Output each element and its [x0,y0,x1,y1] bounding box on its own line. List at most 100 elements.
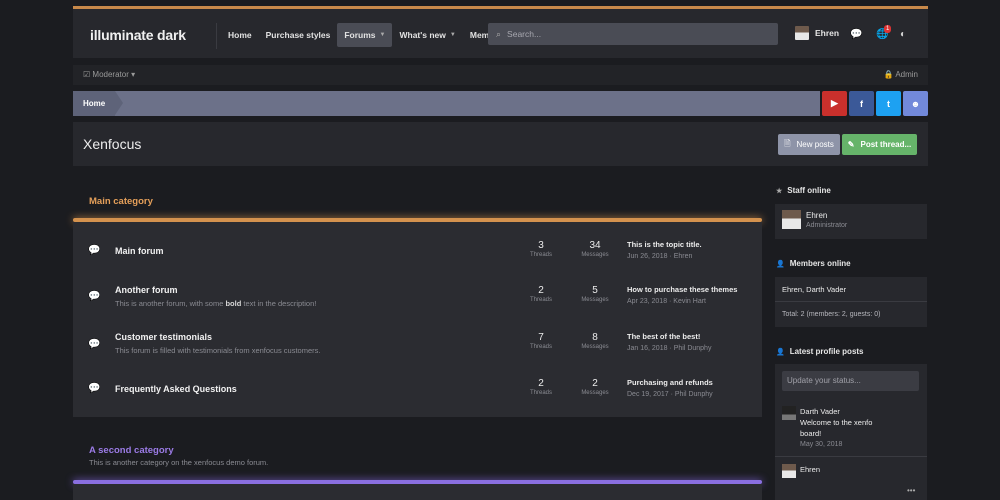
category-title[interactable]: Main category [89,196,153,207]
staff-role: Administrator [806,222,848,229]
search-input[interactable]: ⌕ Search... [488,23,778,45]
nav-label: Forums [344,30,376,40]
forum-chat-icon: 💬 [88,291,101,302]
messages-count: 34 [589,240,601,251]
chevron-down-icon[interactable]: ▼ [380,23,386,47]
last-post-meta[interactable]: Jun 26, 2018 · Ehren [627,253,692,260]
forum-description: This is another forum, with some bold te… [115,299,316,308]
last-post-title[interactable]: The best of the best! [627,332,700,341]
status-input[interactable]: Update your status... [782,371,919,391]
messages-stat: 8 Messages [575,332,615,350]
last-post-title[interactable]: How to purchase these themes [627,285,737,294]
divider [775,456,927,457]
avatar [795,26,809,40]
last-post-title[interactable]: Purchasing and refunds [627,378,713,387]
nav-label: Purchase styles [265,30,331,40]
last-post-title[interactable]: This is the topic title. [627,240,702,249]
moderator-menu[interactable]: ☑ Moderator ▾ [83,70,135,79]
breadcrumb-home[interactable]: Home [73,91,115,116]
discord-icon[interactable]: ☻ [903,91,928,116]
moderator-label: Moderator [92,70,129,79]
members-online-list[interactable]: Ehren, Darth Vader [782,285,846,294]
messages-count: 8 [592,332,598,343]
avatar[interactable] [782,406,796,420]
nav-purchase-styles[interactable]: Purchase styles [259,23,338,47]
nav-forums[interactable]: Forums ▼ [337,23,393,47]
messages-count: 5 [592,285,598,296]
forum-row: 💬 Frequently Asked Questions 2 Threads 2M… [73,369,762,416]
post-thread-button[interactable]: ✎ Post thread... [842,134,917,155]
forum-row: 💬 Another forum This is another forum, w… [73,274,762,321]
admin-link[interactable]: 🔒 Admin [884,70,918,79]
threads-label: Threads [529,252,552,258]
threads-count: 2 [538,378,544,389]
user-menu[interactable]: Ehren [795,26,839,40]
profile-post-date[interactable]: May 30, 2018 [800,441,842,448]
members-online-total: Total: 2 (members: 2, guests: 0) [782,311,881,318]
nav-label: Home [228,30,252,40]
messages-label: Messages [581,297,609,303]
site-header: illuminate dark Home Purchase styles For… [73,6,928,58]
main-nav: Home Purchase styles Forums ▼ What's new ▼… [213,23,524,47]
threads-stat: 7 Threads [521,332,561,350]
forum-title[interactable]: Another forum [115,285,178,295]
page-header: Xenfocus 🗎 New posts ✎ Post thread... [73,122,928,166]
messages-count: 2 [592,378,598,389]
members-online-heading: 👤 Members online [776,259,851,268]
category-title[interactable]: A second category [89,445,174,456]
last-post-meta[interactable]: Apr 23, 2018 · Kevin Hart [627,298,706,305]
twitter-icon[interactable]: t [876,91,901,116]
heading-label: Staff online [787,186,831,195]
edit-icon: ✎ [847,140,855,149]
lock-icon: 🔒 [883,70,894,79]
threads-stat: 2 Threads [521,285,561,303]
forum-row: 💬 Customer testimonials This forum is fi… [73,322,762,369]
messages-stat: 5 Messages [575,285,615,303]
last-post-meta[interactable]: Dec 19, 2017 · Phil Dunphy [627,391,713,398]
nav-label: What's new [399,30,446,40]
new-posts-button[interactable]: 🗎 New posts [778,134,840,155]
youtube-icon[interactable]: ▶ [822,91,847,116]
nav-whats-new[interactable]: What's new ▼ [392,23,462,47]
staff-bar: ☑ Moderator ▾ 🔒 Admin [73,65,928,85]
staff-online-heading: ★ Staff online [776,186,831,195]
profile-post-author[interactable]: Darth Vader [800,407,840,416]
staff-online-block: Ehren Administrator [775,204,927,239]
site-logo[interactable]: illuminate dark [90,27,186,43]
threads-stat: 3 Threads [521,240,561,258]
facebook-icon[interactable]: f [849,91,874,116]
threads-label: Threads [529,390,552,396]
forum-row: 💬 Main forum 3 Threads 34 Messages This is… [73,227,762,274]
breadcrumb: Home [73,91,820,116]
search-placeholder: Search... [507,29,542,39]
user-icon: 👤 [776,260,785,268]
star-icon: ★ [776,187,783,195]
style-toggle-icon[interactable]: ◐ [900,29,906,40]
forum-chat-icon: 💬 [88,245,101,256]
messages-stat: 2 Messages [575,378,615,396]
admin-label: Admin [895,70,918,79]
profile-post-text: Welcome to the xenfo board! [800,418,873,438]
divider [775,301,927,302]
alert-count-badge: 1 [884,25,892,33]
profile-posts-heading: 👤 Latest profile posts [776,347,864,356]
forum-list: 💬 Main forum 3 Threads 34 Messages This is… [73,222,762,417]
threads-label: Threads [529,297,552,303]
forum-title[interactable]: Main forum [115,246,164,256]
nav-home[interactable]: Home [221,23,259,47]
chevron-down-icon[interactable]: ▼ [450,23,456,47]
heading-label: Members online [789,259,851,268]
messages-label: Messages [581,390,609,396]
profile-post-author[interactable]: Ehren [800,465,820,474]
forum-title[interactable]: Customer testimonials [115,332,212,342]
last-post-meta[interactable]: Jan 16, 2018 · Phil Dunphy [627,345,711,352]
messages-label: Messages [581,252,609,258]
conversations-icon[interactable]: 💬 [850,29,862,40]
forum-title[interactable]: Frequently Asked Questions [115,384,237,394]
category-description: This is another category on the xenfocus… [89,458,269,467]
avatar[interactable] [782,464,796,478]
staff-name[interactable]: Ehren [806,211,827,220]
more-options-icon[interactable]: ••• [907,486,915,495]
avatar[interactable] [782,210,801,229]
forum-description-text: text in the description! [241,299,317,308]
